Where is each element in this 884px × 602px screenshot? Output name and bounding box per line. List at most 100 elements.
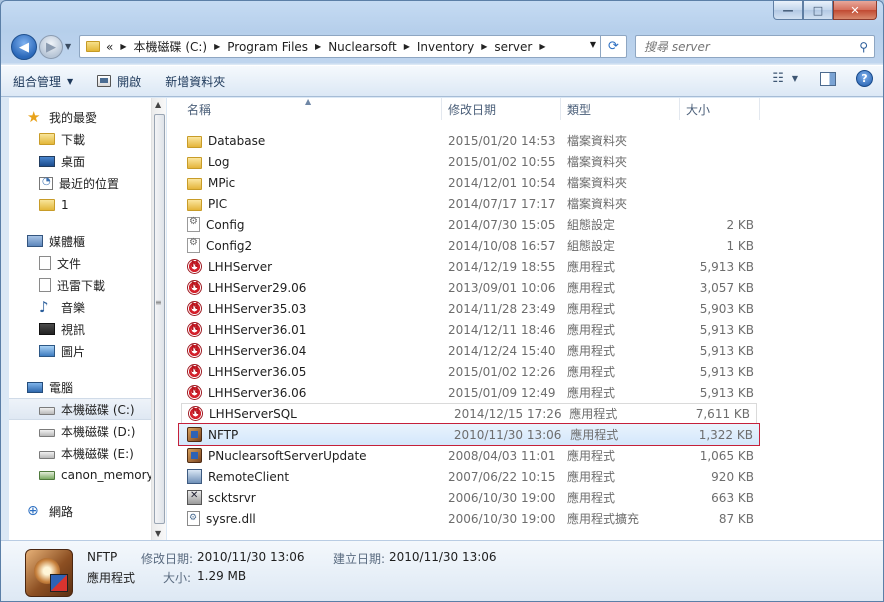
caption-buttons: — □ ✕ <box>773 1 877 20</box>
sidebar-item-label: 本機磁碟 (C:) <box>61 402 135 417</box>
preview-pane-icon[interactable] <box>820 71 836 86</box>
file-row[interactable]: sysre.dll 2006/10/30 19:00 應用程式擴充 87 KB <box>167 508 883 529</box>
search-box: ⚲ <box>635 35 875 58</box>
breadcrumb-server[interactable]: server <box>494 40 532 54</box>
column-header-size[interactable]: 大小 <box>680 98 760 120</box>
sidebar-item-label: canon_memory <box>61 468 151 482</box>
forward-button[interactable]: ▶ <box>39 35 63 59</box>
details-name: NFTP <box>87 550 118 564</box>
recent-pages-dropdown[interactable]: ▼ <box>65 42 71 51</box>
file-row[interactable]: LHHServer29.06 2013/09/01 10:06 應用程式 3,057 … <box>167 277 883 298</box>
column-header-date[interactable]: 修改日期 <box>442 98 561 120</box>
address-bar[interactable]: « ▶ 本機磁碟 (C:) ▶ Program Files ▶ Nuclearsoft… <box>79 35 627 58</box>
file-name: Database <box>208 133 266 148</box>
maximize-button[interactable]: □ <box>803 1 833 20</box>
sidebar-libraries[interactable]: 媒體櫃 <box>9 230 151 252</box>
file-row[interactable]: Database 2015/01/20 14:53 檔案資料夾 <box>167 130 883 151</box>
file-type: 應用程式 <box>570 428 619 442</box>
sidebar-item-music[interactable]: ♪ 音樂 <box>9 296 151 318</box>
scrollbar-thumb[interactable] <box>154 114 165 524</box>
close-button[interactable]: ✕ <box>833 1 877 20</box>
file-date: 2010/11/30 13:06 <box>453 427 562 442</box>
navigation-scrollbar[interactable]: ▲ ≡ ▼ <box>151 98 166 540</box>
view-dropdown-icon[interactable]: ▼ <box>792 74 798 83</box>
file-name-cell: LHHServerSQL <box>182 406 448 421</box>
nftp-icon <box>187 427 202 442</box>
folder-icon <box>86 41 100 52</box>
minimize-button[interactable]: — <box>773 1 803 20</box>
sidebar-item-canon-memory[interactable]: canon_memory <box>9 464 151 486</box>
file-row[interactable]: PNuclearsoftServerUpdate 2008/04/03 11:01… <box>167 445 883 466</box>
file-row[interactable]: LHHServer 2014/12/19 18:55 應用程式 5,913 KB <box>167 256 883 277</box>
sidebar-item-recent-places[interactable]: 最近的位置 <box>9 172 151 194</box>
scroll-up-icon[interactable]: ▲ <box>155 100 161 109</box>
file-row[interactable]: LHHServer35.03 2014/11/28 23:49 應用程式 5,903 … <box>167 298 883 319</box>
documents-icon <box>39 256 51 270</box>
search-input[interactable] <box>644 39 844 54</box>
sidebar-item-label: 電腦 <box>49 380 74 395</box>
app-icon <box>187 385 202 400</box>
sidebar-item-drive-e[interactable]: 本機磁碟 (E:) <box>9 442 151 464</box>
file-name: Log <box>208 154 230 169</box>
help-icon[interactable]: ? <box>856 70 873 87</box>
file-name: LHHServer36.04 <box>208 343 307 358</box>
file-row[interactable]: LHHServerSQL 2014/12/15 17:26 應用程式 7,611 KB <box>181 403 757 424</box>
file-date: 2006/10/30 19:00 <box>448 490 556 505</box>
scroll-down-icon[interactable]: ▼ <box>155 529 161 538</box>
back-button[interactable]: ◀ <box>11 34 37 60</box>
chevron-right-icon[interactable]: ▶ <box>120 42 126 51</box>
breadcrumb-nuclearsoft[interactable]: Nuclearsoft <box>328 40 397 54</box>
config-file-icon <box>187 237 200 253</box>
chevron-right-icon[interactable]: ▶ <box>539 42 545 51</box>
application-icon <box>97 75 112 87</box>
breadcrumb-overflow[interactable]: « <box>106 40 113 54</box>
file-row[interactable]: scktsrvr 2006/10/30 19:00 應用程式 663 KB <box>167 487 883 508</box>
refresh-button[interactable]: ⟳ <box>600 36 626 57</box>
file-type: 應用程式 <box>567 260 616 274</box>
sidebar-item-pictures[interactable]: 圖片 <box>9 340 151 362</box>
sidebar-item-downloads[interactable]: 下載 <box>9 128 151 150</box>
file-row[interactable]: LHHServer36.04 2014/12/24 15:40 應用程式 5,913 … <box>167 340 883 361</box>
column-header-type[interactable]: 類型 <box>561 98 680 120</box>
file-row[interactable]: LHHServer36.06 2015/01/09 12:49 應用程式 5,913 … <box>167 382 883 403</box>
open-button[interactable]: 開啟 <box>85 69 153 93</box>
new-folder-button[interactable]: 新增資料夾 <box>153 69 237 93</box>
sidebar-item-desktop[interactable]: 桌面 <box>9 150 151 172</box>
file-row[interactable]: LHHServer36.01 2014/12/11 18:46 應用程式 5,913 … <box>167 319 883 340</box>
sidebar-item-folder-1[interactable]: 1 <box>9 194 151 216</box>
sidebar-item-videos[interactable]: 視訊 <box>9 318 151 340</box>
file-row[interactable]: LHHServer36.05 2015/01/02 12:26 應用程式 5,913 … <box>167 361 883 382</box>
address-dropdown-icon[interactable]: ▼ <box>590 40 596 49</box>
computer-icon <box>27 381 43 393</box>
change-view-icon[interactable]: ☷ <box>772 71 784 86</box>
breadcrumb-program-files[interactable]: Program Files <box>227 40 308 54</box>
file-row[interactable]: PIC 2014/07/17 17:17 檔案資料夾 <box>167 193 883 214</box>
sidebar-item-thunder-downloads[interactable]: 迅雷下載 <box>9 274 151 296</box>
sidebar-favorites[interactable]: ★ 我的最愛 <box>9 106 151 128</box>
sidebar-item-documents[interactable]: 文件 <box>9 252 151 274</box>
column-header-name[interactable]: ▲ 名稱 <box>167 97 442 120</box>
sidebar-network[interactable]: ⊕ 網路 <box>9 500 151 522</box>
chevron-right-icon[interactable]: ▶ <box>315 42 321 51</box>
file-date: 2013/09/01 10:06 <box>448 280 556 295</box>
organize-menu[interactable]: 組合管理 ▼ <box>1 69 85 93</box>
file-type: 應用程式 <box>567 491 616 505</box>
file-row[interactable]: Log 2015/01/02 10:55 檔案資料夾 <box>167 151 883 172</box>
sidebar-item-drive-d[interactable]: 本機磁碟 (D:) <box>9 420 151 442</box>
file-row[interactable]: RemoteClient 2007/06/22 10:15 應用程式 920 KB <box>167 466 883 487</box>
chevron-right-icon[interactable]: ▶ <box>404 42 410 51</box>
folder-icon <box>187 198 202 211</box>
breadcrumb-drive-c[interactable]: 本機磁碟 (C:) <box>134 38 208 55</box>
file-row[interactable]: NFTP 2010/11/30 13:06 應用程式 1,322 KB <box>178 423 760 446</box>
chevron-right-icon[interactable]: ▶ <box>481 42 487 51</box>
search-icon[interactable]: ⚲ <box>859 40 868 54</box>
sidebar-computer[interactable]: 電腦 <box>9 376 151 398</box>
breadcrumb-inventory[interactable]: Inventory <box>417 40 474 54</box>
file-row[interactable]: Config 2014/07/30 15:05 組態設定 2 KB <box>167 214 883 235</box>
file-row[interactable]: MPic 2014/12/01 10:54 檔案資料夾 <box>167 172 883 193</box>
details-size: 1.29 MB <box>197 569 247 583</box>
sidebar-item-drive-c[interactable]: 本機磁碟 (C:) <box>9 398 151 420</box>
chevron-right-icon[interactable]: ▶ <box>214 42 220 51</box>
file-row[interactable]: Config2 2014/10/08 16:57 組態設定 1 KB <box>167 235 883 256</box>
file-name-cell: NFTP <box>179 427 448 442</box>
